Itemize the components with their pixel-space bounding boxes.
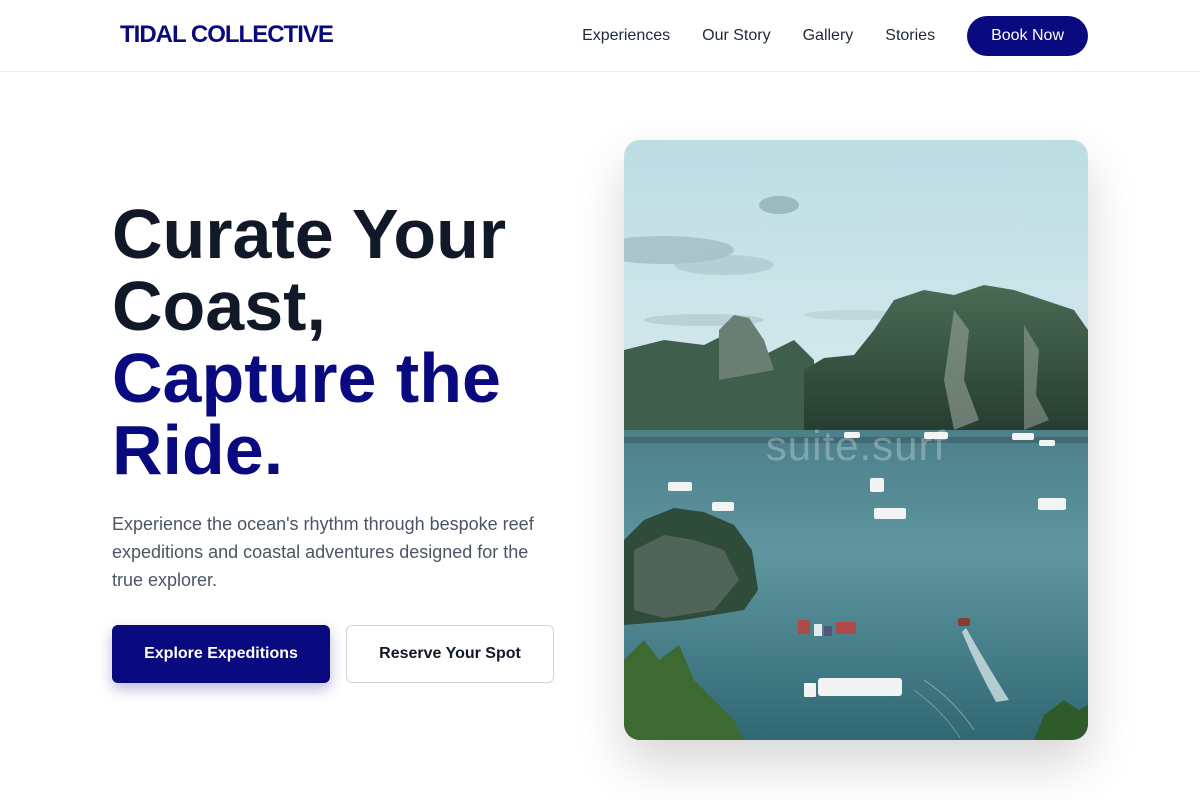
image-watermark: suite.surf (765, 422, 947, 469)
hero-title-line-1: Curate Your (112, 195, 507, 273)
hero-title-line-3: Capture the (112, 339, 501, 417)
hero-title: Curate Your Coast, Capture the Ride. (112, 198, 582, 486)
nav-link-our-story[interactable]: Our Story (702, 16, 770, 56)
brand-logo[interactable]: TIDAL COLLECTIVE (120, 21, 334, 49)
nav-link-experiences[interactable]: Experiences (582, 16, 670, 56)
book-now-button[interactable]: Book Now (967, 16, 1088, 56)
hero-title-line-4: Ride. (112, 411, 284, 489)
reserve-your-spot-button[interactable]: Reserve Your Spot (346, 625, 554, 683)
nav-links: Experiences Our Story Gallery Stories Bo… (582, 16, 1088, 56)
explore-expeditions-button[interactable]: Explore Expeditions (112, 625, 330, 683)
top-navigation-bar: TIDAL COLLECTIVE Experiences Our Story G… (0, 0, 1200, 72)
nav-link-stories[interactable]: Stories (885, 16, 935, 56)
hero-title-line-2: Coast, (112, 267, 326, 345)
hero-description: Experience the ocean's rhythm through be… (112, 514, 534, 590)
hero-image: suite.surf (624, 140, 1088, 740)
nav-link-gallery[interactable]: Gallery (803, 16, 854, 56)
